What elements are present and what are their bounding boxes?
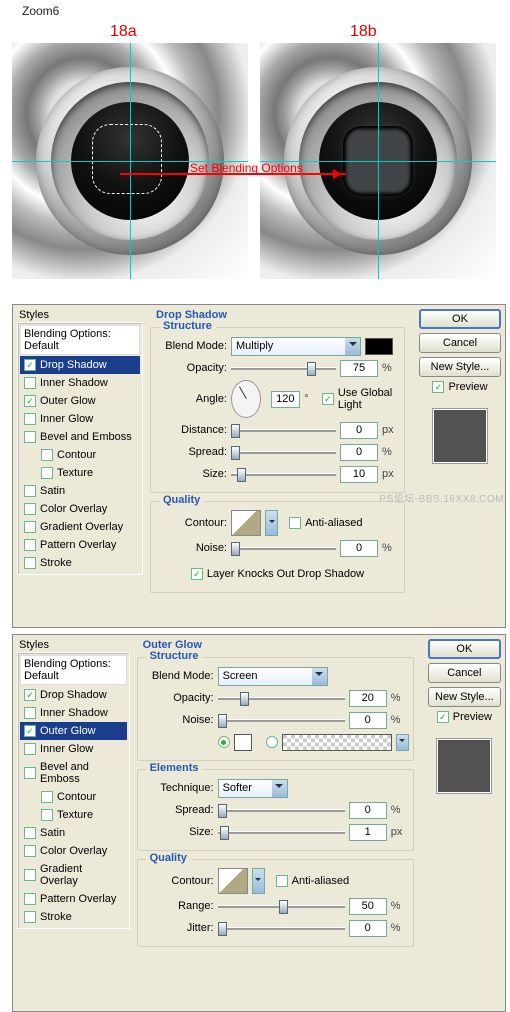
elements-group: Elements Technique: Softer Spread: 0% Si… <box>137 769 414 851</box>
fig-label-b: 18b <box>350 23 377 41</box>
chevron-down-icon <box>312 668 327 685</box>
blending-options-default[interactable]: Blending Options: Default <box>20 655 127 685</box>
technique-select[interactable]: Softer <box>218 779 288 798</box>
fig-label-a: 18a <box>110 23 137 41</box>
new-style-button[interactable]: New Style... <box>428 687 501 707</box>
style-color-overlay[interactable]: Color Overlay <box>20 500 140 518</box>
style-outer-glow[interactable]: Outer Glow <box>20 722 127 740</box>
size-slider[interactable] <box>218 824 345 840</box>
style-contour[interactable]: Contour <box>20 446 140 464</box>
preview-check[interactable] <box>437 711 449 723</box>
style-satin[interactable]: Satin <box>20 482 140 500</box>
spread-slider[interactable] <box>231 444 336 460</box>
distance-value[interactable]: 0 <box>340 422 378 439</box>
style-inner-glow[interactable]: Inner Glow <box>20 740 127 758</box>
style-texture[interactable]: Texture <box>20 464 140 482</box>
style-outer-glow[interactable]: Outer Glow <box>20 392 140 410</box>
figure-row: 18a 18b Set Blending Options <box>0 18 510 298</box>
contour-dropdown[interactable] <box>252 868 265 894</box>
glow-gradient-swatch[interactable] <box>282 734 392 751</box>
anti-aliased-check[interactable] <box>289 517 301 529</box>
selection-marquee <box>92 124 162 194</box>
jitter-value[interactable]: 0 <box>349 920 387 937</box>
style-gradient-overlay[interactable]: Gradient Overlay <box>20 860 127 890</box>
style-satin[interactable]: Satin <box>20 824 127 842</box>
noise-value[interactable]: 0 <box>340 540 378 557</box>
style-drop-shadow[interactable]: Drop Shadow <box>20 686 127 704</box>
layer-knocks-check[interactable] <box>191 568 203 580</box>
noise-slider[interactable] <box>218 712 345 728</box>
style-inner-glow[interactable]: Inner Glow <box>20 410 140 428</box>
ok-button[interactable]: OK <box>419 309 501 329</box>
use-global-light-check[interactable] <box>322 393 334 405</box>
style-stroke[interactable]: Stroke <box>20 908 127 926</box>
watermark: PS论坛-BBS.16XX8.COM <box>379 490 504 505</box>
style-pattern-overlay[interactable]: Pattern Overlay <box>20 890 127 908</box>
anti-aliased-check[interactable] <box>276 875 288 887</box>
contour-swatch[interactable] <box>231 510 261 536</box>
distance-slider[interactable] <box>231 422 336 438</box>
style-inner-shadow[interactable]: Inner Shadow <box>20 374 140 392</box>
structure-group: Structure Blend Mode: Screen Opacity: 20… <box>137 657 414 761</box>
spread-value[interactable]: 0 <box>349 802 387 819</box>
jitter-slider[interactable] <box>218 920 345 936</box>
style-pattern-overlay[interactable]: Pattern Overlay <box>20 536 140 554</box>
style-bevel-emboss[interactable]: Bevel and Emboss <box>20 428 140 446</box>
layer-style-dialog-drop-shadow: Styles Blending Options: Default Drop Sh… <box>12 304 506 628</box>
range-slider[interactable] <box>218 898 345 914</box>
angle-dial[interactable] <box>231 380 261 418</box>
noise-slider[interactable] <box>231 540 336 556</box>
size-value[interactable]: 1 <box>349 824 387 841</box>
gradient-dropdown[interactable] <box>396 734 409 751</box>
structure-group: Structure Blend Mode: Multiply Opacity: … <box>150 327 405 493</box>
style-color-overlay[interactable]: Color Overlay <box>20 842 127 860</box>
glow-color-radio[interactable] <box>218 736 230 748</box>
ok-button[interactable]: OK <box>428 639 501 659</box>
style-bevel-emboss[interactable]: Bevel and Emboss <box>20 758 127 788</box>
glow-color-swatch[interactable] <box>234 734 252 751</box>
blend-mode-select[interactable]: Multiply <box>231 337 361 356</box>
cancel-button[interactable]: Cancel <box>428 663 501 683</box>
preview-check[interactable] <box>432 381 444 393</box>
style-inner-shadow[interactable]: Inner Shadow <box>20 704 127 722</box>
styles-group: Styles Blending Options: Default Drop Sh… <box>17 639 130 929</box>
chevron-down-icon <box>272 780 287 797</box>
style-stroke[interactable]: Stroke <box>20 554 140 572</box>
styles-title: Styles <box>17 639 130 652</box>
blend-mode-select[interactable]: Screen <box>218 667 328 686</box>
opacity-slider[interactable] <box>231 360 336 376</box>
range-value[interactable]: 50 <box>349 898 387 915</box>
size-value[interactable]: 10 <box>340 466 378 483</box>
contour-dropdown[interactable] <box>265 510 278 536</box>
new-style-button[interactable]: New Style... <box>419 357 501 377</box>
opacity-value[interactable]: 75 <box>340 360 378 377</box>
spread-slider[interactable] <box>218 802 345 818</box>
style-gradient-overlay[interactable]: Gradient Overlay <box>20 518 140 536</box>
noise-value[interactable]: 0 <box>349 712 387 729</box>
styles-group: Styles Blending Options: Default Drop Sh… <box>17 309 143 575</box>
angle-value[interactable]: 120 <box>271 391 301 408</box>
opacity-slider[interactable] <box>218 690 345 706</box>
glow-gradient-radio[interactable] <box>266 736 278 748</box>
size-slider[interactable] <box>231 466 336 482</box>
quality-group: Quality Contour: Anti-aliased Range: 50%… <box>137 859 414 947</box>
style-texture[interactable]: Texture <box>20 806 127 824</box>
chevron-down-icon <box>345 338 360 355</box>
contour-swatch[interactable] <box>218 868 248 894</box>
annotation-text: Set Blending Options <box>190 161 303 175</box>
preview-swatch <box>433 409 487 463</box>
style-contour[interactable]: Contour <box>20 788 127 806</box>
shadow-color-swatch[interactable] <box>365 338 393 355</box>
cancel-button[interactable]: Cancel <box>419 333 501 353</box>
style-drop-shadow[interactable]: Drop Shadow <box>20 356 140 374</box>
layer-style-dialog-outer-glow: Styles Blending Options: Default Drop Sh… <box>12 634 506 1012</box>
quality-group: Quality Contour: Anti-aliased Noise: 0% … <box>150 501 405 593</box>
styles-title: Styles <box>17 309 143 322</box>
zoom-label: Zoom6 <box>0 0 510 18</box>
opacity-value[interactable]: 20 <box>349 690 387 707</box>
preview-swatch <box>437 739 491 793</box>
spread-value[interactable]: 0 <box>340 444 378 461</box>
blending-options-default[interactable]: Blending Options: Default <box>20 325 140 355</box>
